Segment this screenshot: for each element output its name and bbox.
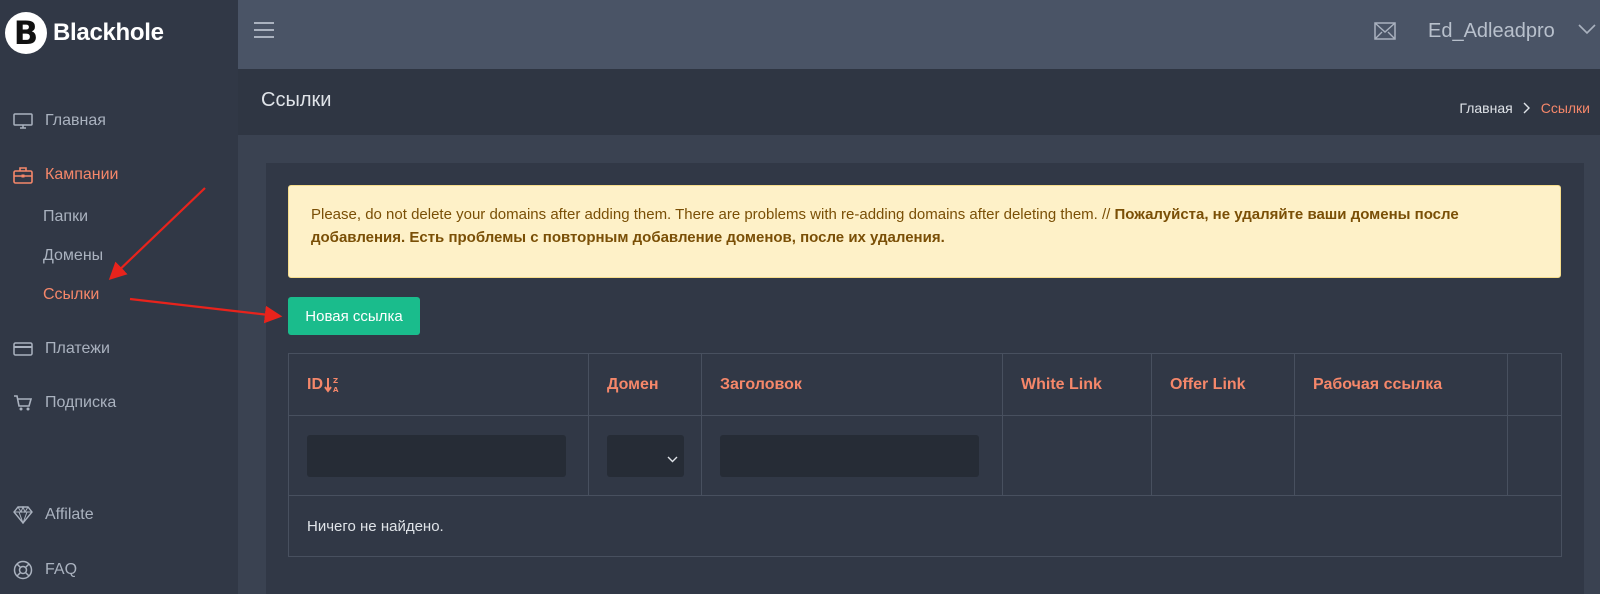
empty-message: Ничего не найдено.: [307, 517, 444, 535]
sidebar-item-campaigns[interactable]: Кампании: [12, 163, 119, 187]
sidebar-subitem-domains[interactable]: Домены: [43, 247, 103, 269]
column-header-id[interactable]: ID ZA: [289, 354, 589, 415]
sidebar-item-label: Подписка: [45, 394, 117, 411]
sidebar-item-label: Платежи: [45, 340, 110, 357]
cart-icon: [12, 392, 34, 414]
column-header-actions: [1508, 354, 1561, 415]
alert-text-en: Please, do not delete your domains after…: [311, 206, 1111, 223]
column-header-title[interactable]: Заголовок: [702, 354, 1003, 415]
column-header-work-link[interactable]: Рабочая ссылка: [1295, 354, 1508, 415]
breadcrumb-current: Ссылки: [1540, 100, 1590, 116]
sidebar: B Blackhole Главная Кампании Папки Домен…: [0, 0, 238, 594]
svg-text:Z: Z: [333, 377, 338, 385]
links-table: ID ZA Домен Заголовок White Link Offer L…: [288, 353, 1562, 557]
logo-icon: B: [5, 12, 47, 54]
sidebar-item-label: Главная: [45, 112, 106, 129]
sidebar-subitem-links[interactable]: Ссылки: [43, 286, 99, 308]
sidebar-item-label: Affilate: [45, 506, 94, 523]
column-header-offer-link[interactable]: Offer Link: [1152, 354, 1295, 415]
sidebar-item-label: FAQ: [45, 561, 78, 578]
brand-logo[interactable]: B Blackhole: [5, 12, 164, 54]
table-filter-row: [289, 416, 1561, 496]
column-header-white-link[interactable]: White Link: [1003, 354, 1152, 415]
breadcrumb: Главная Ссылки: [1459, 100, 1590, 116]
chevron-right-icon: [1523, 102, 1531, 114]
breadcrumb-home[interactable]: Главная: [1459, 100, 1512, 116]
sidebar-subitem-folders[interactable]: Папки: [43, 208, 88, 230]
warning-alert: Please, do not delete your domains after…: [288, 185, 1561, 278]
table-empty-row: Ничего не найдено.: [289, 496, 1561, 556]
credit-card-icon: [12, 338, 34, 360]
brand-name: Blackhole: [53, 19, 164, 46]
content-panel: Please, do not delete your domains after…: [266, 163, 1584, 594]
sidebar-item-affiliate[interactable]: Affilate: [12, 503, 94, 527]
svg-text:A: A: [333, 386, 339, 394]
mail-icon[interactable]: [1374, 22, 1396, 45]
chevron-down-icon[interactable]: [1578, 22, 1596, 40]
table-header-row: ID ZA Домен Заголовок White Link Offer L…: [289, 354, 1561, 416]
hamburger-icon[interactable]: [254, 22, 274, 38]
sidebar-item-faq[interactable]: FAQ: [12, 558, 77, 582]
monitor-icon: [12, 110, 34, 132]
chevron-down-icon: [667, 450, 678, 468]
title-bar: Ссылки Главная Ссылки: [238, 69, 1600, 135]
top-bar: Ed_Adleadpro: [238, 0, 1600, 69]
new-link-button[interactable]: Новая ссылка: [288, 297, 420, 335]
sort-icon[interactable]: ZA: [324, 376, 340, 394]
column-header-domain[interactable]: Домен: [589, 354, 702, 415]
title-filter-input[interactable]: [720, 435, 979, 477]
domain-filter-select[interactable]: [607, 435, 684, 477]
sidebar-item-payments[interactable]: Платежи: [12, 337, 110, 361]
sidebar-item-home[interactable]: Главная: [12, 109, 106, 133]
id-filter-input[interactable]: [307, 435, 566, 477]
sidebar-item-label: Кампании: [45, 166, 119, 183]
lifebuoy-icon: [12, 559, 34, 581]
diamond-icon: [12, 504, 34, 526]
user-name[interactable]: Ed_Adleadpro: [1428, 20, 1555, 43]
briefcase-icon: [12, 164, 34, 186]
sidebar-item-subscription[interactable]: Подписка: [12, 391, 116, 415]
page-title: Ссылки: [261, 89, 332, 111]
